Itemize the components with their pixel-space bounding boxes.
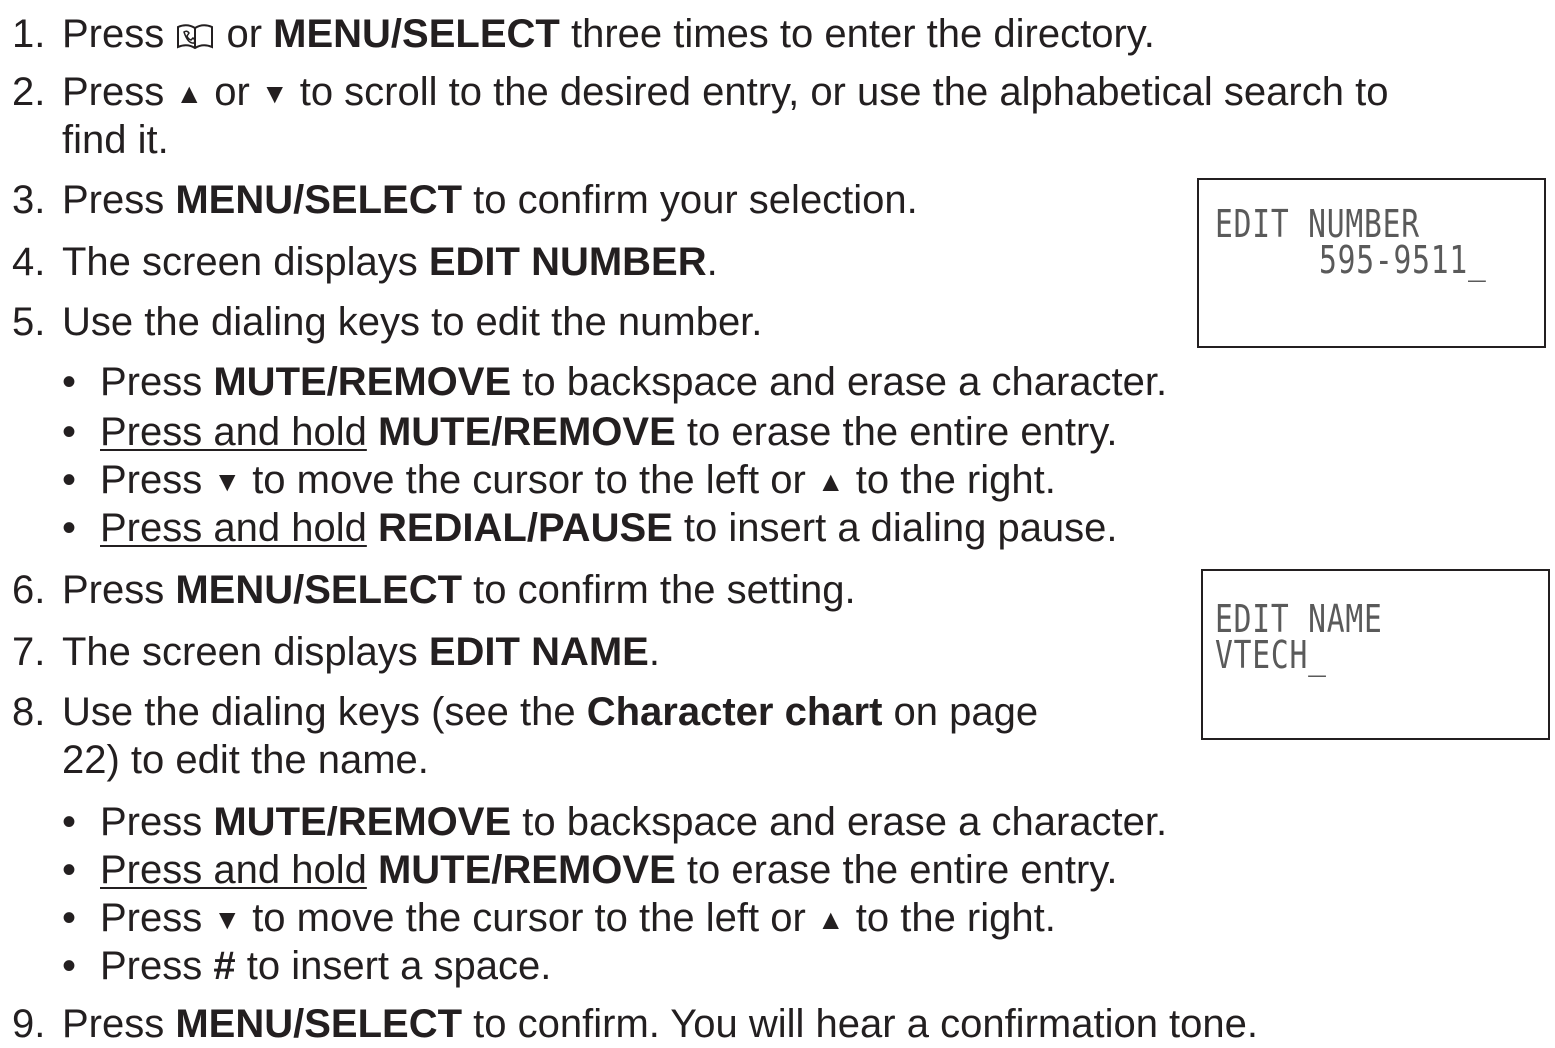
step-8-continuation: 22) to edit the name.: [62, 738, 429, 782]
bullet-dot: •: [62, 800, 77, 844]
step-8: 8. Use the dialing keys (see the Characte…: [12, 690, 1039, 734]
bullet-item: • Press # to insert a space.: [62, 944, 552, 988]
step-2: 2. Press ▲ or ▼ to scroll to the desired …: [12, 68, 1388, 118]
down-arrow-icon: ▼: [213, 904, 242, 935]
step-number: 7.: [12, 630, 46, 674]
bullet-item: • Press MUTE/REMOVE to backspace and eras…: [62, 800, 1168, 844]
bullet-dot: •: [62, 410, 77, 454]
step-1: 1. Press or MENU/SELECT three times to en…: [12, 12, 1155, 56]
menu-select-key: MENU/SELECT: [175, 178, 463, 222]
down-arrow-icon: ▼: [213, 466, 242, 497]
step-9: 9. Press MENU/SELECT to confirm. You will…: [12, 1002, 1259, 1046]
bullet-item: • Press ▼ to move the cursor to the left …: [62, 894, 1056, 944]
directory-book-icon: [177, 24, 214, 50]
lcd-line-2: 595-9511_: [1319, 238, 1487, 282]
step-number: 9.: [12, 1002, 46, 1046]
down-arrow-icon: ▼: [260, 78, 289, 109]
edit-number-label: EDIT NUMBER: [428, 240, 707, 284]
lcd-line-1: EDIT NAME: [1215, 597, 1383, 641]
bullet-dot: •: [62, 848, 77, 892]
step-number: 8.: [12, 690, 46, 734]
step-number: 6.: [12, 568, 46, 612]
menu-select-key: MENU/SELECT: [175, 1002, 463, 1046]
up-arrow-icon: ▲: [816, 466, 845, 497]
edit-name-label: EDIT NAME: [428, 630, 649, 674]
step-7: 7. The screen displays EDIT NAME.: [12, 630, 660, 674]
bullet-dot: •: [62, 360, 77, 404]
bullet-dot: •: [62, 896, 77, 940]
step-number: 2.: [12, 70, 46, 114]
step-number: 4.: [12, 240, 46, 284]
bullet-item: • Press and hold REDIAL/PAUSE to insert a…: [62, 506, 1118, 550]
up-arrow-icon: ▲: [816, 904, 845, 935]
bullet-item: • Press ▼ to move the cursor to the left …: [62, 456, 1056, 506]
bullet-dot: •: [62, 944, 77, 988]
step-6: 6. Press MENU/SELECT to confirm the setti…: [12, 568, 856, 612]
character-chart-ref: Character chart: [586, 690, 883, 734]
bullet-dot: •: [62, 506, 77, 550]
lcd-screen-edit-number: EDIT NUMBER 595-9511_: [1197, 178, 1546, 348]
step-4: 4. The screen displays EDIT NUMBER.: [12, 240, 718, 284]
step-number: 1.: [12, 12, 46, 56]
bullet-item: • Press MUTE/REMOVE to backspace and eras…: [62, 360, 1168, 404]
lcd-line-1: EDIT NUMBER: [1215, 202, 1420, 246]
step-3: 3. Press MENU/SELECT to confirm your sele…: [12, 178, 918, 222]
step-number: 5.: [12, 300, 46, 344]
bullet-dot: •: [62, 458, 77, 502]
pound-key: #: [213, 944, 236, 988]
menu-select-key: MENU/SELECT: [273, 12, 560, 56]
bullet-item: • Press and hold MUTE/REMOVE to erase the…: [62, 848, 1118, 892]
lcd-line-2: VTECH_: [1215, 633, 1327, 677]
menu-select-key: MENU/SELECT: [175, 568, 463, 612]
up-arrow-icon: ▲: [175, 78, 204, 109]
lcd-screen-edit-name: EDIT NAME VTECH_: [1201, 569, 1550, 740]
step-5: 5. Use the dialing keys to edit the numbe…: [12, 300, 763, 344]
step-number: 3.: [12, 178, 46, 222]
bullet-item: • Press and hold MUTE/REMOVE to erase the…: [62, 410, 1118, 454]
step-2-continuation: find it.: [62, 118, 169, 162]
